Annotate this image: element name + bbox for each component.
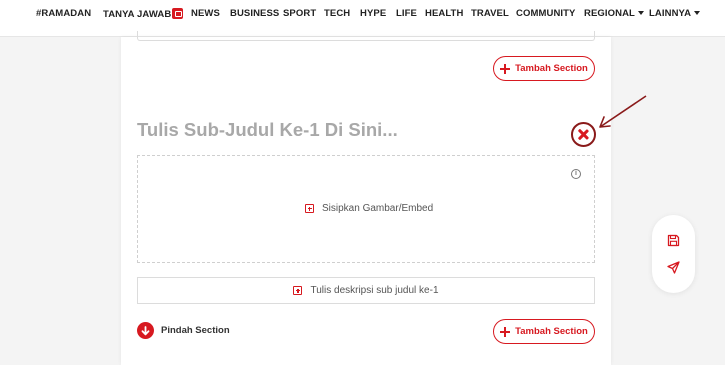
nav-item-ramadan[interactable]: #RAMADAN <box>36 8 91 19</box>
chat-badge-icon <box>172 8 184 19</box>
description-input[interactable]: Tulis deskripsi sub judul ke-1 <box>137 277 595 304</box>
plus-icon <box>500 326 511 337</box>
nav-item-regional-label: REGIONAL <box>584 8 635 19</box>
remove-section-button[interactable] <box>571 122 596 147</box>
nav-item-hype[interactable]: HYPE <box>360 8 386 19</box>
plus-square-icon <box>293 286 303 295</box>
nav-item-community[interactable]: COMMUNITY <box>516 8 575 19</box>
nav-item-tanya-jawab[interactable]: TANYA JAWAB <box>103 8 184 20</box>
arrow-down-icon <box>137 322 154 339</box>
add-section-button-top[interactable]: Tambah Section <box>493 56 595 81</box>
add-section-label: Tambah Section <box>515 63 588 74</box>
chevron-down-icon <box>694 11 701 15</box>
send-icon[interactable] <box>667 261 680 274</box>
nav-item-travel[interactable]: TRAVEL <box>471 8 509 19</box>
insert-media-label: Sisipkan Gambar/Embed <box>322 203 434 214</box>
plus-square-icon <box>305 204 314 213</box>
nav-item-tech[interactable]: TECH <box>324 8 350 19</box>
description-label: Tulis deskripsi sub judul ke-1 <box>310 285 439 296</box>
nav-item-sport[interactable]: SPORT <box>283 8 316 19</box>
nav-item-business[interactable]: BUSINESS <box>230 8 279 19</box>
nav-item-life[interactable]: LIFE <box>396 8 417 19</box>
plus-icon <box>500 63 511 74</box>
floating-action-bar <box>652 215 695 293</box>
nav-item-regional[interactable]: REGIONAL <box>584 8 644 19</box>
insert-media-button[interactable]: Sisipkan Gambar/Embed <box>305 203 433 214</box>
close-icon <box>578 129 589 140</box>
editor-card: Tambah Section Tulis Sub-Judul Ke-1 Di S… <box>121 31 611 365</box>
nav-item-health[interactable]: HEALTH <box>425 8 463 19</box>
add-section-button-bottom[interactable]: Tambah Section <box>493 319 595 344</box>
move-section-button[interactable]: Pindah Section <box>137 322 230 339</box>
info-icon[interactable]: i <box>571 169 581 179</box>
subtitle-input[interactable]: Tulis Sub-Judul Ke-1 Di Sini... <box>137 119 398 141</box>
chevron-down-icon <box>637 11 644 15</box>
nav-item-news[interactable]: NEWS <box>191 8 220 19</box>
previous-section-box <box>137 31 595 41</box>
nav-item-tanya-jawab-label: TANYA JAWAB <box>103 9 172 20</box>
add-section-label: Tambah Section <box>515 326 588 337</box>
media-embed-area[interactable]: i Sisipkan Gambar/Embed <box>137 155 595 263</box>
move-section-label: Pindah Section <box>161 325 230 336</box>
nav-item-lainnya[interactable]: LAINNYA <box>649 8 701 19</box>
save-icon[interactable] <box>667 234 680 247</box>
nav-item-lainnya-label: LAINNYA <box>649 8 692 19</box>
